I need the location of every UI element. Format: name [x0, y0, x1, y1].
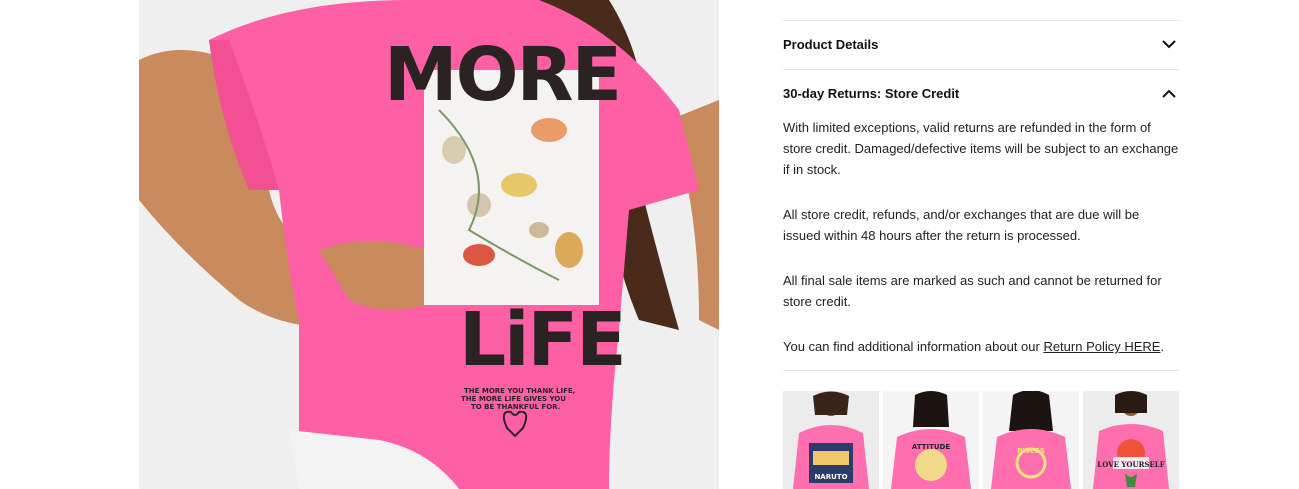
svg-text:NARUTO: NARUTO: [814, 473, 847, 481]
returns-link-suffix: .: [1160, 339, 1165, 354]
svg-text:MORE: MORE: [384, 32, 620, 118]
returns-paragraph-link-line: You can find additional information abou…: [783, 336, 1179, 357]
accordion-returns-label: 30-day Returns: Store Credit: [783, 86, 960, 101]
chevron-up-icon[interactable]: [1161, 86, 1177, 102]
related-products-thumbnails: NARUTO ATTITUDE PISCES LOVE YOURSELF: [783, 391, 1179, 489]
svg-text:ATTITUDE: ATTITUDE: [912, 443, 950, 451]
related-product-thumbnail[interactable]: ATTITUDE: [883, 391, 979, 489]
returns-paragraph: All store credit, refunds, and/or exchan…: [783, 207, 1140, 243]
related-product-thumbnail[interactable]: PISCES: [983, 391, 1079, 489]
related-product-thumbnail[interactable]: NARUTO: [783, 391, 879, 489]
svg-text:THE MORE LIFE GIVES YOU: THE MORE LIFE GIVES YOU: [461, 395, 566, 403]
divider: [783, 370, 1179, 371]
svg-text:LOVE YOURSELF: LOVE YOURSELF: [1097, 460, 1164, 469]
svg-text:THE MORE YOU THANK LIFE,: THE MORE YOU THANK LIFE,: [464, 387, 575, 395]
accordion-product-details-label: Product Details: [783, 37, 879, 52]
svg-text:TO BE THANKFUL FOR.: TO BE THANKFUL FOR.: [471, 403, 560, 411]
returns-policy-content: With limited exceptions, valid returns a…: [783, 117, 1179, 381]
product-main-image[interactable]: MORE LiFE THE MORE YOU THANK LIFE, THE M…: [139, 0, 719, 489]
svg-text:PISCES: PISCES: [1017, 447, 1045, 455]
related-product-thumbnail[interactable]: LOVE YOURSELF: [1083, 391, 1179, 489]
chevron-down-icon[interactable]: [1161, 37, 1177, 53]
returns-paragraph: With limited exceptions, valid returns a…: [783, 120, 1179, 177]
returns-link-prefix: You can find additional information abou…: [783, 339, 1044, 354]
return-policy-link[interactable]: Return Policy HERE: [1043, 339, 1160, 354]
product-photo: MORE LiFE THE MORE YOU THANK LIFE, THE M…: [139, 0, 719, 489]
product-info-panel: Product Details 30-day Returns: Store Cr…: [783, 0, 1179, 489]
returns-paragraph: All final sale items are marked as such …: [783, 273, 1162, 309]
accordion-returns[interactable]: 30-day Returns: Store Credit: [783, 69, 1179, 118]
accordion-product-details[interactable]: Product Details: [783, 20, 1179, 69]
svg-text:LiFE: LiFE: [459, 297, 625, 383]
